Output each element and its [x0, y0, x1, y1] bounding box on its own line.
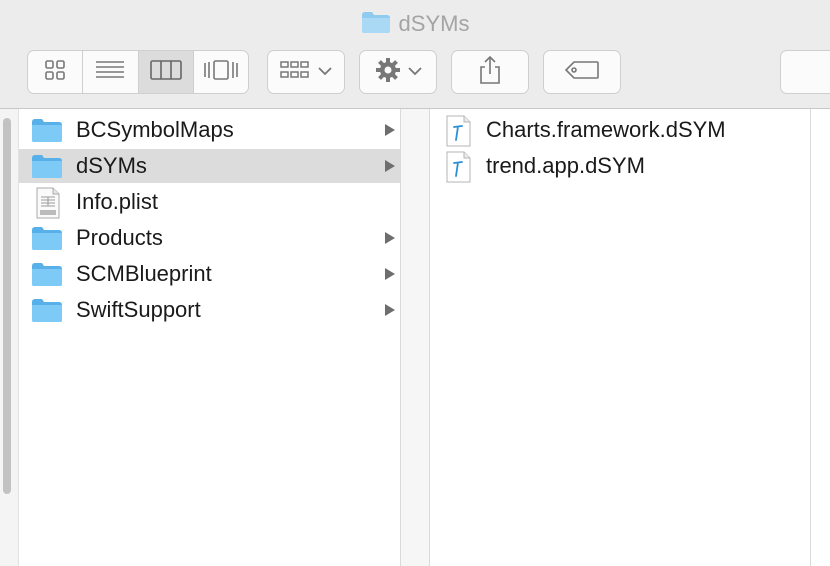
icon-view-button[interactable] — [28, 51, 84, 93]
browser-column-2: Charts.framework.dSYM trend.app.dSYM — [430, 109, 811, 566]
share-icon — [478, 55, 502, 90]
list-item[interactable]: trend.app.dSYM — [430, 149, 810, 183]
plist-file-icon — [35, 187, 61, 219]
list-item[interactable]: SCMBlueprint — [19, 257, 400, 291]
sidebar-scrollbar-thumb[interactable] — [3, 118, 11, 494]
view-mode-segmented-control[interactable] — [27, 50, 249, 94]
list-item-label: SCMBlueprint — [76, 261, 212, 286]
list-item[interactable]: SwiftSupport — [19, 293, 400, 327]
dsym-file-icon — [444, 115, 472, 147]
grid-icon — [44, 59, 66, 86]
folder-icon — [31, 261, 63, 287]
arrange-button[interactable] — [267, 50, 345, 94]
disclosure-arrow-icon — [384, 123, 396, 142]
list-item-label: SwiftSupport — [76, 297, 201, 322]
list-view-button[interactable] — [83, 51, 139, 93]
window-title-text: dSYMs — [398, 11, 470, 36]
list-item[interactable]: Products — [19, 221, 400, 255]
disclosure-arrow-icon — [384, 303, 396, 322]
arrange-grid-icon — [280, 60, 310, 85]
list-item-label: BCSymbolMaps — [76, 117, 234, 142]
list-item-label: Info.plist — [76, 189, 158, 214]
list-item-label: Charts.framework.dSYM — [486, 117, 726, 142]
list-item-label: Products — [76, 225, 163, 250]
list-item-label: dSYMs — [76, 153, 147, 178]
list-item[interactable]: Info.plist — [19, 185, 400, 219]
chevron-down-icon — [408, 63, 422, 81]
share-button[interactable] — [451, 50, 529, 94]
disclosure-arrow-icon — [384, 267, 396, 286]
browser-column-1: BCSymbolMaps dSYMs Info.plist Products S… — [19, 109, 401, 566]
window-titlebar: dSYMs — [0, 0, 830, 109]
coverflow-icon — [203, 59, 239, 86]
column-divider[interactable] — [401, 109, 430, 566]
columns-icon — [149, 59, 182, 85]
disclosure-arrow-icon — [384, 231, 396, 250]
chevron-down-icon — [318, 63, 332, 81]
gallery-view-button[interactable] — [194, 51, 248, 93]
tags-button[interactable] — [543, 50, 621, 94]
folder-icon — [31, 225, 63, 251]
column-view-button[interactable] — [138, 51, 194, 93]
folder-icon — [361, 10, 391, 39]
search-field[interactable] — [780, 50, 830, 94]
list-item[interactable]: BCSymbolMaps — [19, 113, 400, 147]
list-item[interactable]: dSYMs — [19, 149, 400, 183]
tag-icon — [564, 60, 600, 85]
list-icon — [95, 60, 125, 85]
folder-icon — [31, 117, 63, 143]
window-title: dSYMs — [0, 10, 830, 38]
list-item-label: trend.app.dSYM — [486, 153, 645, 178]
folder-icon — [31, 297, 63, 323]
list-item[interactable]: Charts.framework.dSYM — [430, 113, 810, 147]
action-button[interactable] — [359, 50, 437, 94]
disclosure-arrow-icon — [384, 159, 396, 178]
gear-icon — [374, 56, 402, 89]
sidebar-scroll-track[interactable] — [0, 109, 19, 566]
dsym-file-icon — [444, 151, 472, 183]
folder-icon — [31, 153, 63, 179]
